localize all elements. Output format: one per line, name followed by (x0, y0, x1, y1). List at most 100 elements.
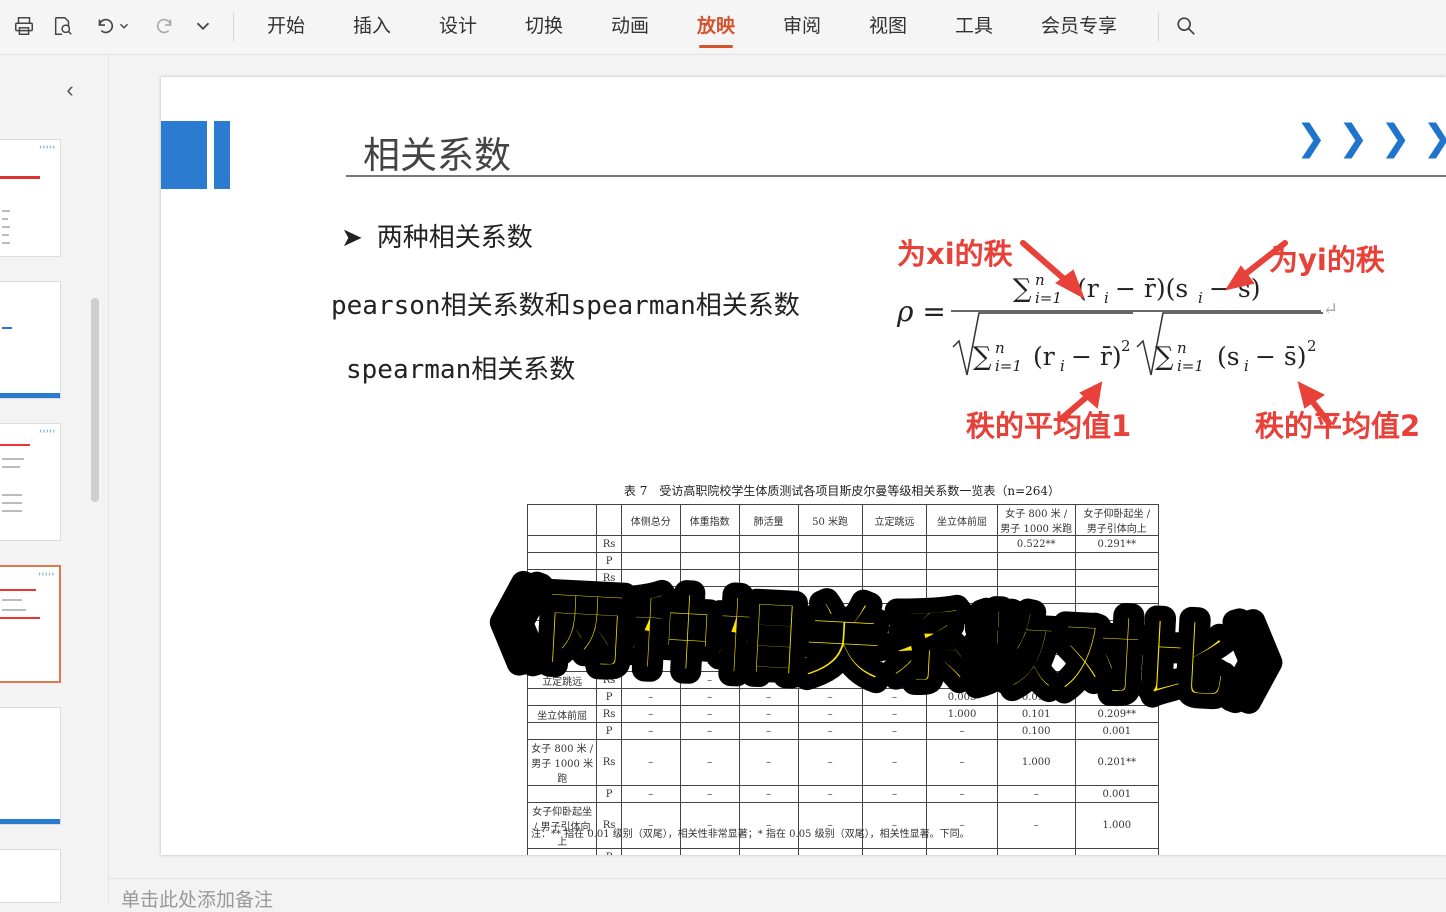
annotation-rank-mean-1: 秩的平均值1 (966, 409, 1132, 443)
table-cell: – (620, 722, 681, 740)
table-row: P – – – – – –0.100 0.001 (526, 722, 1160, 740)
table-cell: – (797, 722, 863, 740)
formula-lhs: ρ = (896, 295, 946, 328)
overlay-caption: 《两种相关系数对比》 《两种相关系数对比》 (436, 563, 1336, 730)
table-row: P–––––––– (526, 848, 1160, 855)
table-cell: 0.201** (1074, 739, 1160, 786)
svg-text:∑: ∑ (973, 342, 992, 372)
svg-text:i=1: i=1 (1035, 289, 1062, 307)
overlay-caption-text: 《两种相关系数对比》 (454, 574, 1318, 719)
undo-icon[interactable] (92, 13, 118, 39)
svg-text:i=1: i=1 (1177, 357, 1204, 375)
table-note: 注：** 指在 0.01 级别（双尾），相关性非常显著；* 指在 0.05 级别… (531, 829, 970, 840)
table-cell: – (861, 739, 928, 786)
tab-view[interactable]: 视图 (869, 12, 907, 42)
table-header-cell: 女子仰卧起坐 / 男子引体向上 (1074, 504, 1160, 536)
print-preview-icon[interactable] (50, 13, 76, 39)
redo-icon[interactable] (152, 13, 178, 39)
tab-transitions[interactable]: 切换 (525, 12, 563, 42)
svg-text:− r̄)(s: − r̄)(s (1115, 274, 1188, 303)
table-cell: – (926, 785, 998, 803)
slide-thumbnail[interactable]: ››››› (0, 139, 61, 257)
body-line-1[interactable]: pearson相关系数和spearman相关系数 (331, 285, 800, 322)
tab-start[interactable]: 开始 (267, 12, 305, 42)
svg-text:i: i (1198, 289, 1203, 307)
table-cell: – (679, 739, 740, 786)
table-header-cell (596, 504, 622, 536)
table-cell: – (738, 848, 799, 855)
table-row: P – – – – – – –0.001 (526, 785, 1160, 803)
table-header-cell: 立定跳远 (861, 504, 928, 536)
table-header-cell: 女子 800 米 / 男子 1000 米跑 (996, 504, 1076, 536)
table-header-cell: 坐立体前屈 (926, 504, 998, 536)
tab-slideshow[interactable]: 放映 (697, 12, 735, 48)
slide-title[interactable]: 相关系数 (363, 125, 511, 179)
table-cell: – (679, 785, 740, 803)
table-cell: 0.100 (996, 722, 1076, 740)
toolbar-separator (233, 12, 234, 42)
print-icon[interactable] (11, 13, 37, 39)
table-header-cell (526, 504, 598, 536)
table-row: Rs 0.522** 0.291** (526, 535, 1160, 553)
svg-text:i: i (1060, 357, 1065, 375)
slide-thumbnail[interactable]: ››››› (0, 423, 61, 541)
table-cell (861, 535, 928, 553)
svg-text:(r: (r (1033, 342, 1055, 371)
more-dropdown-icon[interactable] (190, 13, 216, 39)
ribbon-toolbar: 开始 插入 设计 切换 动画 放映 审阅 视图 工具 会员专享 (0, 0, 1446, 55)
title-accent-block (161, 121, 207, 189)
tab-animations[interactable]: 动画 (611, 12, 649, 42)
table-cell: Rs (596, 535, 622, 553)
table-cell: – (926, 739, 998, 786)
bullet-heading[interactable]: ➤ 两种相关系数 (341, 217, 533, 254)
table-cell: – (926, 848, 998, 855)
slide-thumbnail-selected[interactable]: ››››› (0, 565, 61, 683)
slide-canvas[interactable]: 相关系数 ❯❯❯❯ ➤ 两种相关系数 pearson相关系数和spearman相关… (161, 77, 1446, 855)
notes-area[interactable]: 单击此处添加备注 (109, 878, 1446, 911)
svg-text:↵: ↵ (1323, 299, 1338, 320)
svg-text:n: n (995, 339, 1005, 357)
bullet-text: 两种相关系数 (376, 223, 533, 253)
svg-text:i: i (1104, 289, 1109, 307)
svg-text:(s: (s (1217, 342, 1240, 371)
table-cell: 0.001 (1074, 785, 1160, 803)
tab-insert[interactable]: 插入 (353, 12, 391, 42)
table-caption: 表 7 受访高职院校学生体质测试各项目斯皮尔曼等级相关系数一览表（n=264） (623, 484, 1061, 498)
svg-text:i: i (1244, 357, 1249, 375)
tab-tools[interactable]: 工具 (955, 12, 993, 42)
spearman-formula[interactable]: ρ = ∑ n i=1 (r i − r̄)(s i − s̄) ∑ n i=1… (891, 227, 1446, 447)
table-cell: – (861, 848, 928, 855)
table-cell: – (620, 785, 681, 803)
thumb-chevrons-icon: ››››› (39, 144, 56, 151)
undo-dropdown-icon[interactable] (117, 13, 131, 39)
table-cell: P (596, 785, 622, 803)
annotation-rank-mean-2: 秩的平均值2 (1255, 409, 1421, 443)
table-cell: 1.000 (1074, 802, 1160, 849)
table-cell: – (620, 739, 681, 786)
thumbnail-scrollbar[interactable] (91, 298, 99, 502)
collapse-pane-icon[interactable]: ‹ (58, 79, 82, 103)
table-cell: – (797, 785, 863, 803)
table-cell (926, 535, 998, 553)
svg-text:− s̄): − s̄) (1255, 342, 1306, 371)
table-cell (526, 722, 598, 740)
body-line-2[interactable]: spearman相关系数 (346, 349, 575, 386)
table-cell (797, 535, 863, 553)
table-cell (679, 535, 740, 553)
notes-placeholder[interactable]: 单击此处添加备注 (121, 885, 273, 912)
table-cell: – (861, 722, 928, 740)
table-row: 女子 800 米 / 男子 1000 米跑 Rs – – – – – –1.000 0.201*… (526, 739, 1160, 786)
table-cell: – (738, 739, 799, 786)
tab-member[interactable]: 会员专享 (1041, 12, 1117, 42)
slide-thumbnail[interactable] (0, 849, 61, 903)
table-cell: 1.000 (996, 739, 1076, 786)
table-cell: – (1074, 848, 1160, 855)
slide-thumbnail[interactable] (0, 281, 61, 399)
bullet-arrow-icon: ➤ (341, 223, 363, 253)
tab-design[interactable]: 设计 (439, 12, 477, 42)
search-icon[interactable] (1173, 13, 1199, 39)
table-cell: 0.001 (1074, 722, 1160, 740)
slide-thumbnail[interactable] (0, 707, 61, 825)
table-header-cell: 体侧总分 (620, 504, 681, 536)
tab-review[interactable]: 审阅 (783, 12, 821, 42)
